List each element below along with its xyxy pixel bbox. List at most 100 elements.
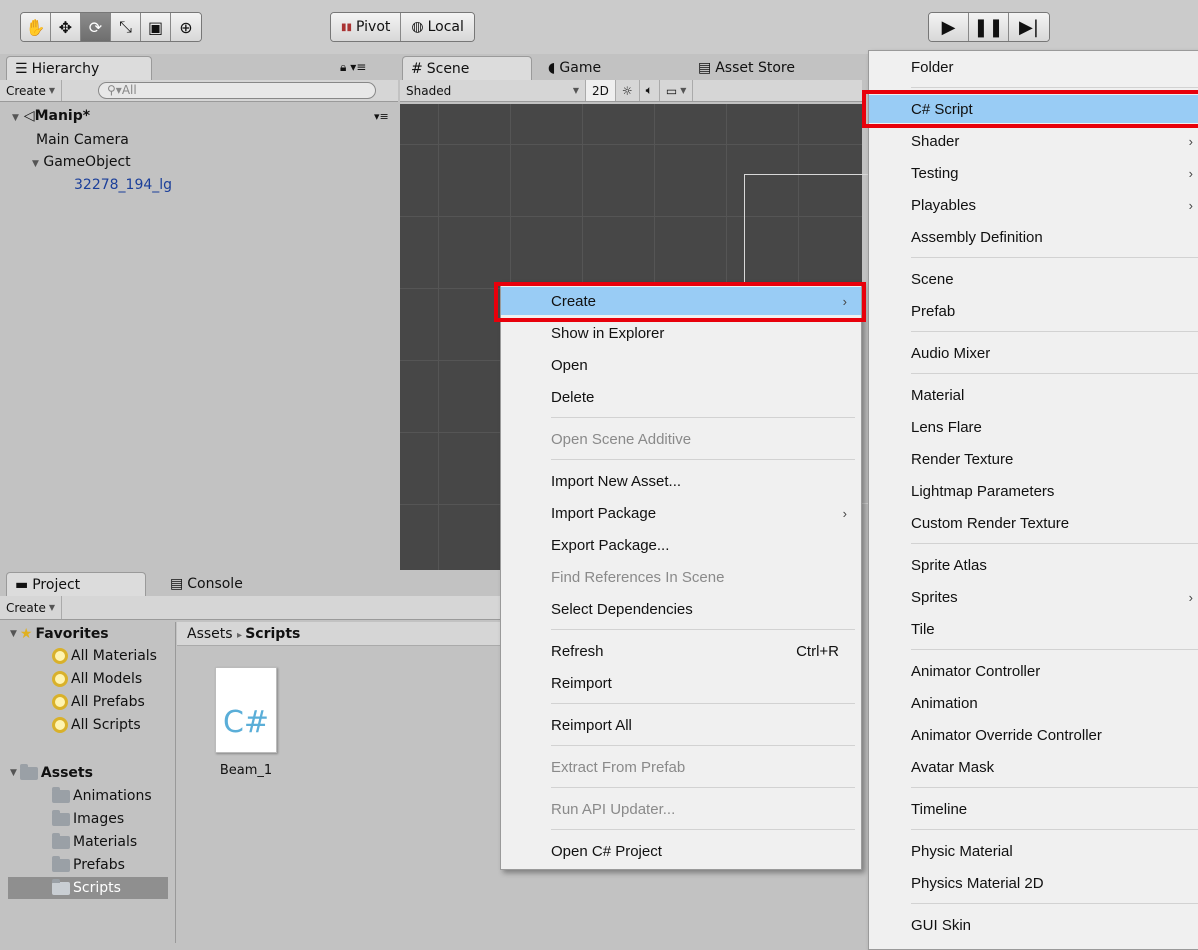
menu-item-audio-mixer[interactable]: Audio Mixer	[869, 339, 1198, 367]
asset-folder-selected[interactable]: Scripts	[52, 878, 121, 896]
menu-item-animator-override-controller[interactable]: Animator Override Controller	[869, 721, 1198, 749]
asset-folder[interactable]: Images	[52, 809, 124, 827]
menu-item-reimport[interactable]: Reimport	[501, 669, 861, 697]
tab-console[interactable]: ▤ Console	[162, 572, 251, 596]
menu-item-folder[interactable]: Folder	[869, 53, 1198, 81]
favorite-item[interactable]: All Materials	[52, 648, 157, 664]
pivot-button[interactable]: ▮▮ Pivot	[331, 13, 402, 41]
menu-item-gui-skin[interactable]: GUI Skin	[869, 911, 1198, 939]
favorites-header[interactable]: ▼ ★ Favorites	[10, 626, 109, 642]
unity-scene-icon: ◁	[23, 108, 35, 124]
menu-item-import-package[interactable]: Import Package ›	[501, 499, 861, 527]
tab-asset-store[interactable]: ▤ Asset Store	[690, 56, 803, 80]
menu-item-open-scene-additive: Open Scene Additive	[501, 425, 861, 453]
lock-icon[interactable]: 🔒︎ ▾≡	[340, 60, 366, 75]
menu-item-assembly-definition[interactable]: Assembly Definition	[869, 223, 1198, 251]
menu-item-physic-material[interactable]: Physic Material	[869, 837, 1198, 865]
breadcrumb-root[interactable]: Assets	[187, 626, 233, 642]
breadcrumb-current[interactable]: Scripts	[245, 626, 300, 642]
menu-item-sprite-atlas[interactable]: Sprite Atlas	[869, 551, 1198, 579]
triangle-down-icon: ▼	[32, 159, 39, 169]
tab-game[interactable]: ◖ Game	[540, 56, 609, 80]
menu-item-playables[interactable]: Playables ›	[869, 191, 1198, 219]
hand-tool-icon[interactable]: ✋	[21, 13, 51, 41]
lighting-toggle-icon[interactable]: ☼	[616, 80, 640, 101]
menu-item-import-new-asset[interactable]: Import New Asset...	[501, 467, 861, 495]
tab-hierarchy-label: Hierarchy	[31, 60, 100, 77]
asset-folder[interactable]: Animations	[52, 786, 152, 804]
menu-item-delete[interactable]: Delete	[501, 383, 861, 411]
hierarchy-item-prefab[interactable]: 32278_194_lg	[74, 177, 172, 193]
menu-item-avatar-mask[interactable]: Avatar Mask	[869, 753, 1198, 781]
toggle-2d-button[interactable]: 2D	[586, 80, 616, 101]
hierarchy-search-input[interactable]: ⚲▾All	[98, 82, 376, 99]
folder-label: Scripts	[73, 880, 121, 896]
shading-dropdown[interactable]: Shaded ▼	[400, 80, 586, 101]
menu-item-custom-render-texture[interactable]: Custom Render Texture	[869, 509, 1198, 537]
menu-item-shader[interactable]: Shader ›	[869, 127, 1198, 155]
rect-tool-icon[interactable]: ▣	[141, 13, 171, 41]
menu-item-tile[interactable]: Tile	[869, 615, 1198, 643]
menu-item-reimport-all[interactable]: Reimport All	[501, 711, 861, 739]
menu-separator	[911, 373, 1198, 374]
favorite-item[interactable]: All Scripts	[52, 717, 141, 733]
menu-separator	[911, 331, 1198, 332]
hierarchy-create-dropdown[interactable]: Create ▼	[0, 80, 63, 101]
hierarchy-item-main-camera[interactable]: Main Camera	[36, 132, 129, 148]
menu-item-material[interactable]: Material	[869, 381, 1198, 409]
asset-folder[interactable]: Materials	[52, 832, 137, 850]
menu-item-label: Lightmap Parameters	[911, 482, 1055, 500]
menu-item-refresh[interactable]: Refresh Ctrl+R	[501, 637, 861, 665]
menu-item-label: Find References In Scene	[551, 568, 725, 586]
assets-header[interactable]: ▼ Assets	[10, 763, 93, 781]
menu-item-animator-controller[interactable]: Animator Controller	[869, 657, 1198, 685]
script-file-name[interactable]: Beam_1	[215, 763, 277, 778]
menu-item-label: Shader	[911, 132, 960, 150]
chevron-right-icon: ›	[1188, 165, 1193, 181]
scene-root[interactable]: ▼ ◁Manip*	[12, 108, 90, 124]
pause-icon[interactable]: ❚❚	[969, 13, 1009, 41]
tab-project-label: Project	[32, 576, 81, 593]
menu-item-animation[interactable]: Animation	[869, 689, 1198, 717]
menu-item-timeline[interactable]: Timeline	[869, 795, 1198, 823]
move-tool-icon[interactable]: ✥	[51, 13, 81, 41]
step-icon[interactable]: ▶|	[1009, 13, 1049, 41]
menu-item-export-package[interactable]: Export Package...	[501, 531, 861, 559]
menu-item-select-dependencies[interactable]: Select Dependencies	[501, 595, 861, 623]
menu-item-sprites[interactable]: Sprites ›	[869, 583, 1198, 611]
menu-item-testing[interactable]: Testing ›	[869, 159, 1198, 187]
effects-dropdown-icon[interactable]: ▭ ▼	[660, 80, 694, 101]
transform-tool-icon[interactable]: ⊕	[171, 13, 201, 41]
rotate-tool-icon[interactable]: ⟳	[81, 13, 111, 41]
scene-menu-icon[interactable]: ▾≡	[374, 110, 389, 123]
item-label: Main Camera	[36, 132, 129, 148]
menu-item-open-c-project[interactable]: Open C# Project	[501, 837, 861, 865]
audio-toggle-icon[interactable]: 🔈︎	[640, 80, 660, 101]
menu-item-prefab[interactable]: Prefab	[869, 297, 1198, 325]
menu-item-physics-material-2d[interactable]: Physics Material 2D	[869, 869, 1198, 897]
play-icon[interactable]: ▶	[929, 13, 969, 41]
menu-item-render-texture[interactable]: Render Texture	[869, 445, 1198, 473]
tab-game-label: Game	[559, 60, 602, 76]
project-create-dropdown[interactable]: Create ▼	[0, 596, 63, 619]
menu-separator	[551, 459, 855, 460]
menu-item-open[interactable]: Open	[501, 351, 861, 379]
menu-item-lightmap-parameters[interactable]: Lightmap Parameters	[869, 477, 1198, 505]
tab-hierarchy[interactable]: ☰ Hierarchy	[6, 56, 152, 80]
script-file-icon[interactable]: C#	[215, 667, 277, 753]
chevron-right-icon: ›	[1188, 589, 1193, 605]
scale-tool-icon[interactable]: ⤡	[111, 13, 141, 41]
favorite-item[interactable]: All Models	[52, 671, 142, 687]
favorite-item[interactable]: All Prefabs	[52, 694, 145, 710]
hierarchy-item-gameobject[interactable]: ▼ GameObject	[32, 154, 131, 170]
menu-item-lens-flare[interactable]: Lens Flare	[869, 413, 1198, 441]
local-button[interactable]: ◍ Local	[401, 13, 474, 41]
menu-item-label: Sprites	[911, 588, 958, 606]
menu-separator	[911, 787, 1198, 788]
menu-item-label: Open C# Project	[551, 842, 662, 860]
menu-item-show-in-explorer[interactable]: Show in Explorer	[501, 319, 861, 347]
tab-scene[interactable]: # Scene	[402, 56, 532, 80]
tab-project[interactable]: ▬ Project	[6, 572, 146, 596]
asset-folder[interactable]: Prefabs	[52, 855, 125, 873]
menu-item-scene[interactable]: Scene	[869, 265, 1198, 293]
